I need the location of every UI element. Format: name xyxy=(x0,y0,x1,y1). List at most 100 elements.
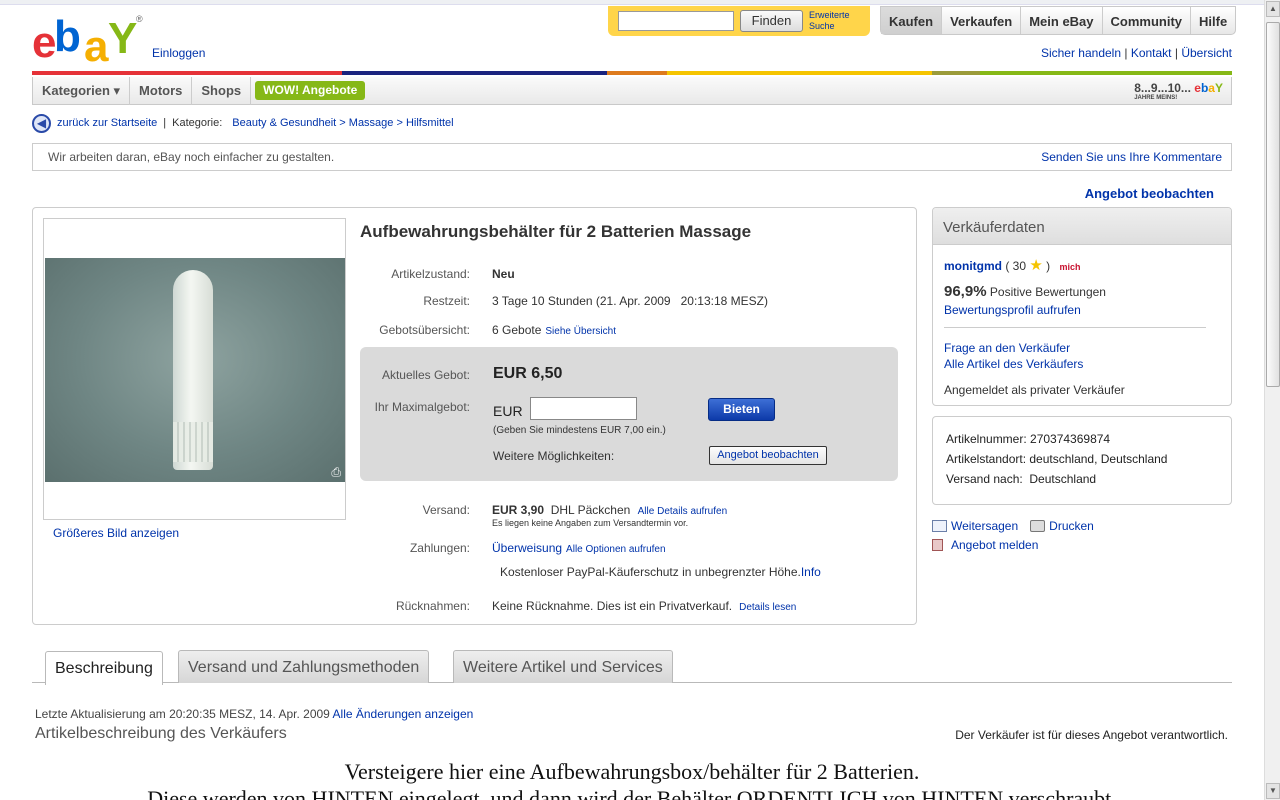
wow-deals-button[interactable]: WOW! Angebote xyxy=(255,81,366,100)
all-changes-link[interactable]: Alle Änderungen anzeigen xyxy=(333,707,474,721)
star-icon: ★ xyxy=(1029,257,1043,274)
send-feedback-link[interactable]: Senden Sie uns Ihre Kommentare xyxy=(1041,150,1222,164)
shops-link[interactable]: Shops xyxy=(192,76,252,105)
more-options-label: Weitere Möglichkeiten: xyxy=(493,449,615,463)
payment-method-link[interactable]: Überweisung xyxy=(492,541,562,555)
shipping-details-link[interactable]: Alle Details aufrufen xyxy=(638,506,728,517)
report-link[interactable]: Angebot melden xyxy=(951,538,1038,552)
current-bid-label: Aktuelles Gebot: xyxy=(381,368,470,382)
shipping-note: Es liegen keine Angaben zum Versandtermi… xyxy=(492,518,689,528)
payment-options-link[interactable]: Alle Optionen aufrufen xyxy=(566,544,666,555)
current-bid-price: EUR 6,50 xyxy=(493,365,563,382)
category-label: Kategorie: xyxy=(172,117,223,129)
me-badge: mich xyxy=(1059,262,1081,272)
bid-count: 6 Gebote xyxy=(492,323,542,337)
max-bid-input[interactable] xyxy=(530,397,637,420)
seller-items-link[interactable]: Alle Artikel des Verkäufers xyxy=(944,357,1083,371)
feedback-score: ( 30 xyxy=(1005,259,1027,273)
print-link[interactable]: Drucken xyxy=(1049,519,1094,533)
category-bar: Kategorien ▾ Motors Shops WOW! Angebote … xyxy=(32,76,1232,105)
contact-link[interactable]: Kontakt xyxy=(1131,46,1172,60)
time-left-value: 3 Tage 10 Stunden (21. Apr. 2009 20:13:1… xyxy=(492,294,768,308)
advanced-search-link[interactable]: Erweiterte Suche xyxy=(809,10,867,32)
bid-button[interactable]: Bieten xyxy=(708,398,775,421)
tab-description[interactable]: Beschreibung xyxy=(45,651,163,685)
vertical-scrollbar[interactable]: ▲ ▼ xyxy=(1264,0,1280,800)
scroll-up-icon[interactable]: ▲ xyxy=(1266,1,1280,17)
nav-verkaufen[interactable]: Verkaufen xyxy=(941,7,1020,34)
item-info-box: Artikelnummer: 270374369874 Artikelstand… xyxy=(932,416,1232,505)
description-line-1: Versteigere hier eine Aufbewahrungsbox/b… xyxy=(344,759,920,784)
tab-more-items[interactable]: Weitere Artikel und Services xyxy=(453,650,673,683)
forward-link[interactable]: Weitersagen xyxy=(951,519,1018,533)
notice-text: Wir arbeiten daran, eBay noch einfacher … xyxy=(48,150,335,164)
last-updated: Letzte Aktualisierung am 20:20:35 MESZ, … xyxy=(35,707,474,721)
nav-hilfe[interactable]: Hilfe xyxy=(1190,7,1235,34)
description-line-2: Diese werden von HINTEN eingelegt, und d… xyxy=(147,786,1117,800)
item-title: Aufbewahrungsbehälter für 2 Batterien Ma… xyxy=(360,222,752,241)
ebay-logo[interactable]: ebaY ® xyxy=(32,12,147,71)
shipping-price: EUR 3,90 xyxy=(492,503,545,517)
top-links: Sicher handeln | Kontakt | Übersicht xyxy=(1040,46,1232,60)
seller-responsibility: Der Verkäufer ist für dieses Angebot ver… xyxy=(955,728,1228,742)
min-bid-hint: (Geben Sie mindestens EUR 7,00 ein.) xyxy=(493,425,666,436)
seller-line: monitgmd ( 30 ★ ) mich xyxy=(944,257,1081,274)
shipping-method: DHL Päckchen xyxy=(550,503,631,517)
ships-to: Versand nach: Deutschland xyxy=(946,472,1097,486)
bigger-image-link[interactable]: Größeres Bild anzeigen xyxy=(53,526,179,540)
back-to-home-link[interactable]: zurück zur Startseite xyxy=(57,117,157,129)
back-arrow-icon[interactable]: ◀ xyxy=(32,113,51,133)
watch-item-link[interactable]: Angebot beobachten xyxy=(1085,186,1214,201)
nav-community[interactable]: Community xyxy=(1101,7,1191,34)
ask-seller-link[interactable]: Frage an den Verkäufer xyxy=(944,341,1070,355)
tab-shipping-payment[interactable]: Versand und Zahlungsmethoden xyxy=(178,650,430,683)
share-print-row: Weitersagen Drucken xyxy=(932,519,1094,533)
description-title: Artikelbeschreibung des Verkäufers xyxy=(35,725,287,742)
scroll-down-icon[interactable]: ▼ xyxy=(1266,783,1280,799)
bid-panel: Aktuelles Gebot: EUR 6,50 Ihr Maximalgeb… xyxy=(360,347,898,481)
camera-icon: ⎙ xyxy=(331,465,341,479)
seller-type: Angemeldet als privater Verkäufer xyxy=(944,383,1125,397)
nav-mein-ebay[interactable]: Mein eBay xyxy=(1020,7,1101,34)
item-photo[interactable]: ⎙ xyxy=(45,258,345,482)
returns-details-link[interactable]: Details lesen xyxy=(739,602,796,613)
search-box: Finden Erweiterte Suche xyxy=(608,6,870,36)
max-bid-label: Ihr Maximalgebot: xyxy=(374,400,470,414)
positive-feedback: 96,9% Positive Bewertungen xyxy=(944,283,1106,300)
description-tabs: Beschreibung Versand und Zahlungsmethode… xyxy=(32,650,1232,685)
description-body: Versteigere hier eine Aufbewahrungsbox/b… xyxy=(32,758,1232,800)
seller-name-link[interactable]: monitgmd xyxy=(944,259,1002,273)
item-object xyxy=(173,270,213,470)
nav-kaufen[interactable]: Kaufen xyxy=(881,7,942,34)
brand-color-bar xyxy=(32,71,1232,75)
watch-button[interactable]: Angebot beobachten xyxy=(709,446,827,465)
returns-policy: Keine Rücknahme. Dies ist ein Privatverk… xyxy=(492,599,733,613)
sitemap-link[interactable]: Übersicht xyxy=(1181,46,1232,60)
top-strip xyxy=(0,0,1264,5)
signin-link[interactable]: Einloggen xyxy=(152,46,205,60)
feedback-notice: Wir arbeiten daran, eBay noch einfacher … xyxy=(32,143,1232,171)
search-input[interactable] xyxy=(618,11,734,31)
flag-icon xyxy=(932,539,943,551)
birthday-logo: 8...9...10... ebaY JAHRE MEINS! xyxy=(1134,81,1223,101)
item-picture-frame[interactable]: ⎙ xyxy=(43,218,346,520)
breadcrumb: ◀ zurück zur Startseite | Kategorie: Bea… xyxy=(32,113,454,133)
category-path-link[interactable]: Beauty & Gesundheit > Massage > Hilfsmit… xyxy=(232,117,453,129)
paypal-protection: Kostenloser PayPal-Käuferschutz in unbeg… xyxy=(500,565,801,579)
scroll-thumb[interactable] xyxy=(1266,22,1280,387)
find-button[interactable]: Finden xyxy=(740,10,803,32)
max-bid-currency: EUR xyxy=(493,403,523,419)
seller-box: Verkäuferdaten monitgmd ( 30 ★ ) mich 96… xyxy=(932,207,1232,406)
feedback-profile-link[interactable]: Bewertungsprofil aufrufen xyxy=(944,303,1081,317)
paypal-info-link[interactable]: Info xyxy=(801,565,821,579)
categories-menu[interactable]: Kategorien ▾ xyxy=(33,76,131,105)
bid-history-link[interactable]: Siehe Übersicht xyxy=(545,326,616,337)
report-row: Angebot melden xyxy=(932,538,1038,552)
seller-box-header: Verkäuferdaten xyxy=(933,208,1231,245)
seller-divider xyxy=(944,327,1206,328)
motors-link[interactable]: Motors xyxy=(130,76,193,105)
item-location: Artikelstandort: deutschland, Deutschlan… xyxy=(946,452,1168,466)
safe-trading-link[interactable]: Sicher handeln xyxy=(1041,46,1121,60)
top-nav: Kaufen Verkaufen Mein eBay Community Hil… xyxy=(880,6,1237,35)
item-number: Artikelnummer: 270374369874 xyxy=(946,432,1111,446)
